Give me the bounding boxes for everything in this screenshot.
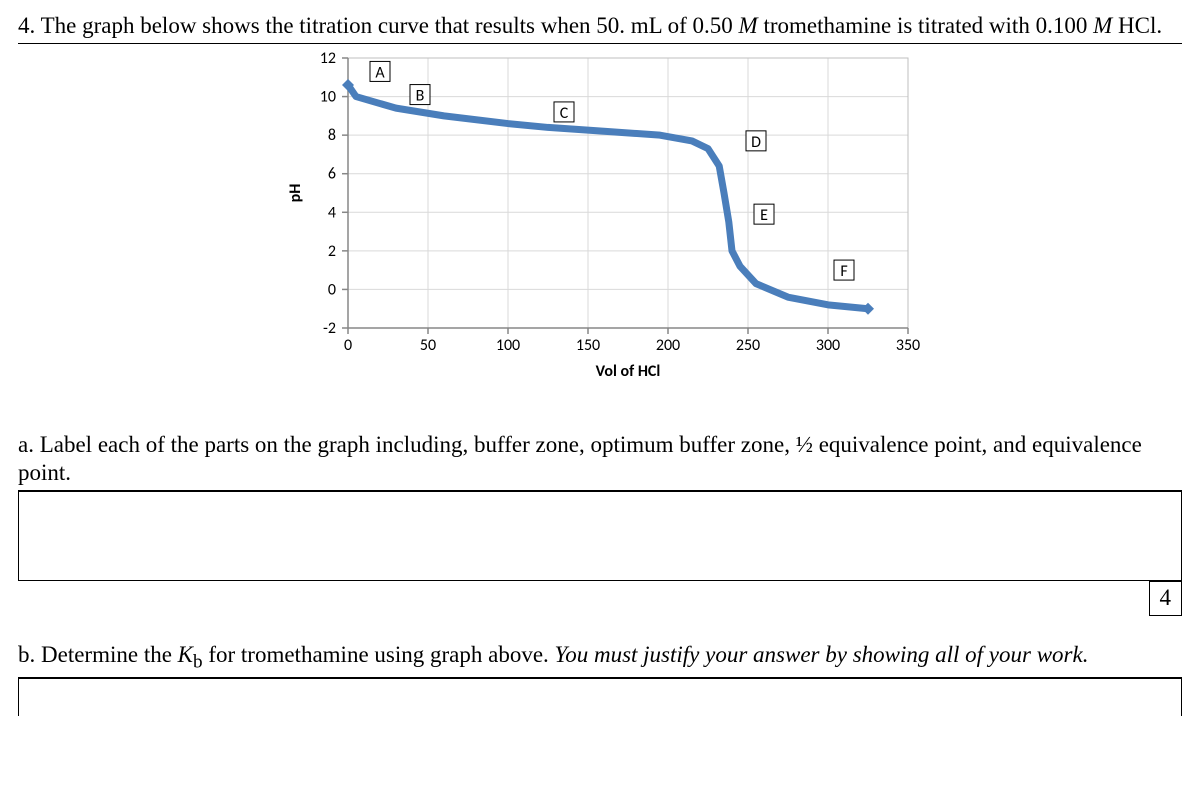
titration-chart: -2 0 2 4 6 8 10 12 0 50 100 150 200 250 300 350 Vol of H… [278,48,938,401]
svg-text:C: C [560,104,569,123]
svg-text:0: 0 [344,336,352,355]
svg-text:0: 0 [328,280,336,299]
svg-text:10: 10 [320,87,336,106]
kb-K: K [178,642,193,667]
q-text-b: tromethamine is titrated with 0.100 [763,13,1093,38]
svg-text:50: 50 [420,336,436,355]
answer-box-b[interactable] [18,678,1182,716]
svg-text:250: 250 [736,336,760,355]
page-number: 4 [1149,581,1183,616]
kb-sub: b [193,652,203,673]
svg-text:6: 6 [328,164,336,183]
svg-text:150: 150 [576,336,600,355]
answer-box-a[interactable] [18,491,1182,581]
svg-text:2: 2 [328,242,336,261]
page-num-row: 4 [18,581,1182,621]
svg-text:200: 200 [656,336,680,355]
sub-b-label: b. [18,642,35,667]
svg-text:F: F [840,262,847,281]
svg-text:pH: pH [286,183,305,202]
svg-text:300: 300 [816,336,840,355]
q-M1: M [739,13,764,38]
svg-text:8: 8 [328,126,336,145]
sub-question-a: a. Label each of the parts on the graph … [18,431,1182,492]
svg-text:4: 4 [328,203,336,222]
svg-text:-2: -2 [323,319,336,338]
sub-question-b: b. Determine the Kb for tromethamine usi… [18,641,1182,678]
sub-b-text-b: for tromethamine using graph above. [203,642,555,667]
question-stem: 4. The graph below shows the titration c… [18,12,1182,44]
sub-b-text-a: Determine the [41,642,178,667]
q-text-a: The graph below shows the titration curv… [41,13,739,38]
sub-a-text: Label each of the parts on the graph inc… [18,432,1142,486]
svg-text:A: A [375,63,385,82]
sub-a-label: a. [18,432,34,457]
svg-text:E: E [760,206,768,225]
svg-text:Vol of HCl: Vol of HCl [596,362,661,381]
sub-b-text-c: You must justify your answer by showing … [555,642,1089,667]
svg-text:B: B [416,86,425,105]
svg-text:D: D [751,133,761,152]
q-M2: M [1093,13,1118,38]
svg-text:12: 12 [320,49,336,68]
q-text-c: HCl. [1118,13,1162,38]
svg-text:350: 350 [896,336,920,355]
svg-text:100: 100 [496,336,520,355]
q-number: 4. [18,13,35,38]
